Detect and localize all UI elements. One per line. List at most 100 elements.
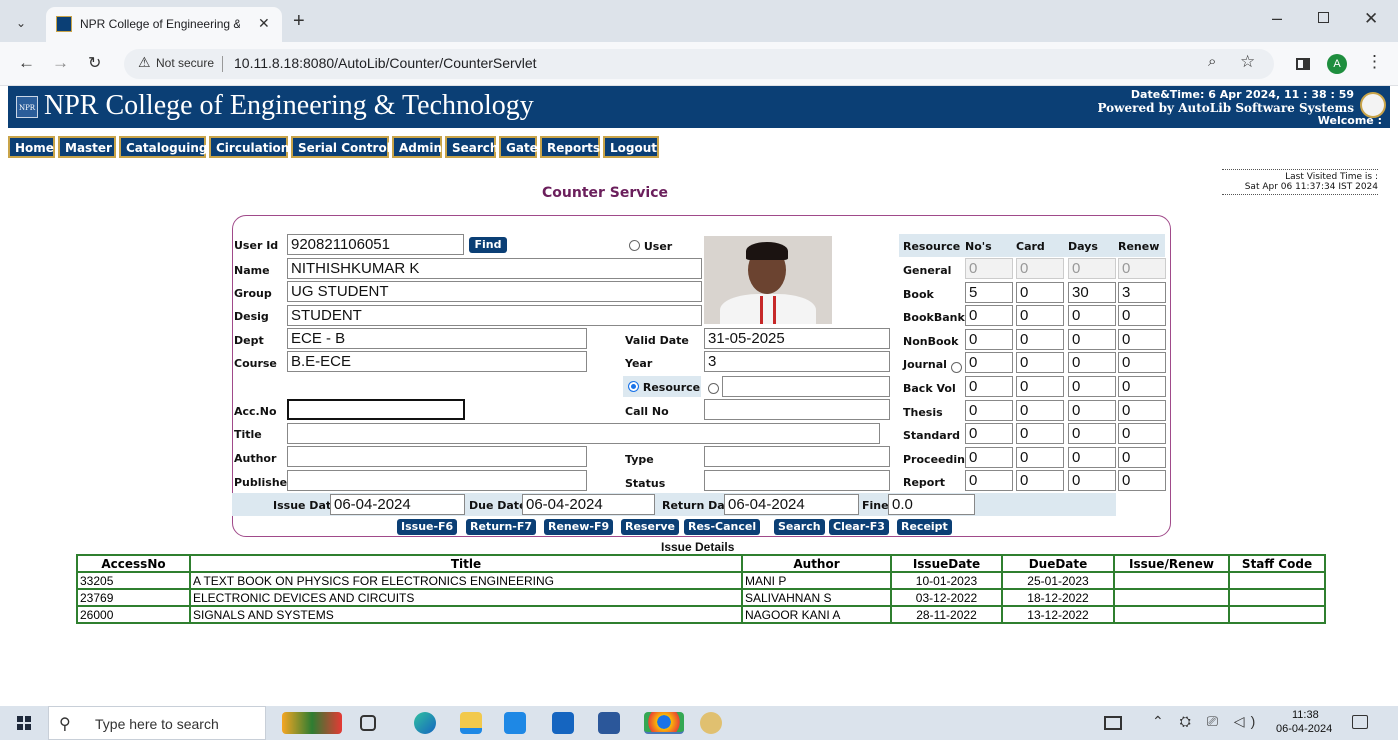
return-date-input[interactable]: 06-04-2024 bbox=[724, 494, 859, 515]
res-row-standard-days[interactable]: 0 bbox=[1068, 423, 1116, 445]
menu-cataloguing[interactable]: Cataloguing bbox=[119, 136, 207, 158]
close-window-icon[interactable]: ✕ bbox=[1364, 9, 1378, 29]
renew-button[interactable]: Renew-F9 bbox=[544, 519, 614, 535]
res-row-nonbook-card[interactable]: 0 bbox=[1016, 328, 1064, 350]
reserve-button[interactable]: Reserve bbox=[621, 519, 679, 535]
res-row-report-days[interactable]: 0 bbox=[1068, 470, 1116, 492]
restore-icon[interactable] bbox=[1318, 12, 1329, 23]
res-row-book-days[interactable]: 30 bbox=[1068, 281, 1116, 303]
menu-home[interactable]: Home bbox=[8, 136, 55, 158]
valid-date-input[interactable]: 31-05-2025 bbox=[704, 328, 890, 349]
course-input[interactable]: B.E-ECE bbox=[287, 351, 587, 372]
res-row-report-renew[interactable]: 0 bbox=[1118, 470, 1166, 492]
notification-icon[interactable] bbox=[1352, 715, 1368, 729]
clear-button[interactable]: Clear-F3 bbox=[829, 519, 889, 535]
forward-icon[interactable]: → bbox=[52, 53, 69, 73]
menu-circulation[interactable]: Circulation bbox=[209, 136, 289, 158]
res-row-report-nos[interactable]: 0 bbox=[965, 470, 1013, 492]
resource-search-input[interactable] bbox=[722, 376, 890, 397]
title-input[interactable] bbox=[287, 423, 880, 444]
menu-serial-control[interactable]: Serial Control bbox=[291, 136, 391, 158]
res-row-general-nos[interactable]: 0 bbox=[965, 258, 1013, 279]
res-cancel-button[interactable]: Res-Cancel bbox=[684, 519, 761, 535]
word-icon[interactable] bbox=[598, 712, 620, 734]
search-button[interactable]: Search bbox=[774, 519, 825, 535]
res-row-thesis-card[interactable]: 0 bbox=[1016, 399, 1064, 421]
res-row-thesis-renew[interactable]: 0 bbox=[1118, 399, 1166, 421]
res-row-journal-days[interactable]: 0 bbox=[1068, 352, 1116, 374]
res-row-bookbank-card[interactable]: 0 bbox=[1016, 305, 1064, 327]
res-row-book-card[interactable]: 0 bbox=[1016, 281, 1064, 303]
zoom-icon[interactable]: ⌕ bbox=[1208, 53, 1216, 70]
minimize-icon[interactable]: – bbox=[1272, 8, 1282, 29]
res-row-thesis-days[interactable]: 0 bbox=[1068, 399, 1116, 421]
taskbar-search-box[interactable]: ⚲ Type here to search bbox=[48, 706, 266, 740]
menu-logout[interactable]: Logout bbox=[603, 136, 659, 158]
res-row-general-card[interactable]: 0 bbox=[1016, 258, 1064, 279]
type-input[interactable] bbox=[704, 446, 890, 467]
group-input[interactable]: UG STUDENT bbox=[287, 281, 702, 302]
file-explorer-icon[interactable] bbox=[460, 712, 482, 734]
clock-date[interactable]: 06-04-2024 bbox=[1276, 723, 1332, 735]
user-radio-option[interactable]: User bbox=[629, 240, 672, 253]
res-row-general-renew[interactable]: 0 bbox=[1118, 258, 1166, 279]
res-row-proceeding-nos[interactable]: 0 bbox=[965, 446, 1013, 468]
journal-radio-icon[interactable] bbox=[951, 359, 962, 377]
res-row-nonbook-nos[interactable]: 0 bbox=[965, 328, 1013, 350]
table-row[interactable]: 26000 SIGNALS AND SYSTEMS NAGOOR KANI A 28-… bbox=[76, 605, 1326, 624]
keyboard-icon[interactable] bbox=[1104, 716, 1122, 730]
res-row-journal-card[interactable]: 0 bbox=[1016, 352, 1064, 374]
edge-icon[interactable] bbox=[414, 712, 436, 734]
table-row[interactable]: 33205 A TEXT BOOK ON PHYSICS FOR ELECTRON… bbox=[76, 571, 1326, 590]
chrome-icon[interactable] bbox=[644, 712, 684, 734]
res-row-book-nos[interactable]: 5 bbox=[965, 281, 1013, 303]
status-input[interactable] bbox=[704, 470, 890, 491]
res-row-proceeding-renew[interactable]: 0 bbox=[1118, 446, 1166, 468]
res-row-book-renew[interactable]: 3 bbox=[1118, 281, 1166, 303]
user-id-input[interactable]: 920821106051 bbox=[287, 234, 464, 255]
dept-input[interactable]: ECE - B bbox=[287, 328, 587, 349]
menu-admin[interactable]: Admin bbox=[392, 136, 442, 158]
res-row-general-days[interactable]: 0 bbox=[1068, 258, 1116, 279]
menu-search[interactable]: Search bbox=[445, 136, 498, 158]
res-row-back-vol-nos[interactable]: 0 bbox=[965, 376, 1013, 397]
res-row-bookbank-renew[interactable]: 0 bbox=[1118, 305, 1166, 327]
menu-master[interactable]: Master bbox=[58, 136, 116, 158]
res-row-proceeding-card[interactable]: 0 bbox=[1016, 446, 1064, 468]
widget-icon[interactable] bbox=[282, 712, 342, 734]
find-button[interactable]: Find bbox=[469, 237, 507, 253]
new-tab-button[interactable]: + bbox=[293, 10, 305, 33]
store-icon[interactable] bbox=[504, 712, 526, 734]
res-row-back-vol-card[interactable]: 0 bbox=[1016, 376, 1064, 397]
issue-button[interactable]: Issue-F6 bbox=[397, 519, 458, 535]
res-row-nonbook-renew[interactable]: 0 bbox=[1118, 328, 1166, 350]
task-view-icon[interactable] bbox=[360, 715, 376, 731]
res-row-back-vol-days[interactable]: 0 bbox=[1068, 376, 1116, 397]
bookmark-star-icon[interactable]: ☆ bbox=[1240, 52, 1255, 72]
url-box[interactable]: ⚠ Not secure 10.11.8.18:8080/AutoLib/Cou… bbox=[124, 49, 1274, 79]
fine-input[interactable]: 0.0 bbox=[888, 494, 975, 515]
more-menu-icon[interactable]: ⋮ bbox=[1366, 52, 1383, 72]
paint-icon[interactable] bbox=[700, 712, 722, 734]
issue-date-input[interactable]: 06-04-2024 bbox=[330, 494, 465, 515]
profile-avatar[interactable]: A bbox=[1327, 54, 1347, 74]
windows-start-icon[interactable] bbox=[17, 716, 31, 730]
res-row-back-vol-renew[interactable]: 0 bbox=[1118, 376, 1166, 397]
author-input[interactable] bbox=[287, 446, 587, 467]
reload-icon[interactable]: ↻ bbox=[88, 53, 101, 73]
name-input[interactable]: NITHISHKUMAR K bbox=[287, 258, 702, 279]
year-input[interactable]: 3 bbox=[704, 351, 890, 372]
call-no-input[interactable] bbox=[704, 399, 890, 420]
system-tray-icons[interactable]: ⌃ ⛭ ⎚ ◁) bbox=[1152, 713, 1261, 730]
res-row-standard-renew[interactable]: 0 bbox=[1118, 423, 1166, 445]
res-row-thesis-nos[interactable]: 0 bbox=[965, 399, 1013, 421]
res-row-bookbank-nos[interactable]: 0 bbox=[965, 305, 1013, 327]
clock-time[interactable]: 11:38 bbox=[1292, 709, 1319, 721]
res-row-journal-renew[interactable]: 0 bbox=[1118, 352, 1166, 374]
resource-radio-icon[interactable] bbox=[628, 381, 639, 392]
mail-icon[interactable] bbox=[552, 712, 574, 734]
browser-tab[interactable]: NPR College of Engineering & T ✕ bbox=[46, 7, 282, 42]
alt-radio-icon[interactable] bbox=[708, 380, 719, 398]
res-row-nonbook-days[interactable]: 0 bbox=[1068, 328, 1116, 350]
res-row-standard-card[interactable]: 0 bbox=[1016, 423, 1064, 445]
